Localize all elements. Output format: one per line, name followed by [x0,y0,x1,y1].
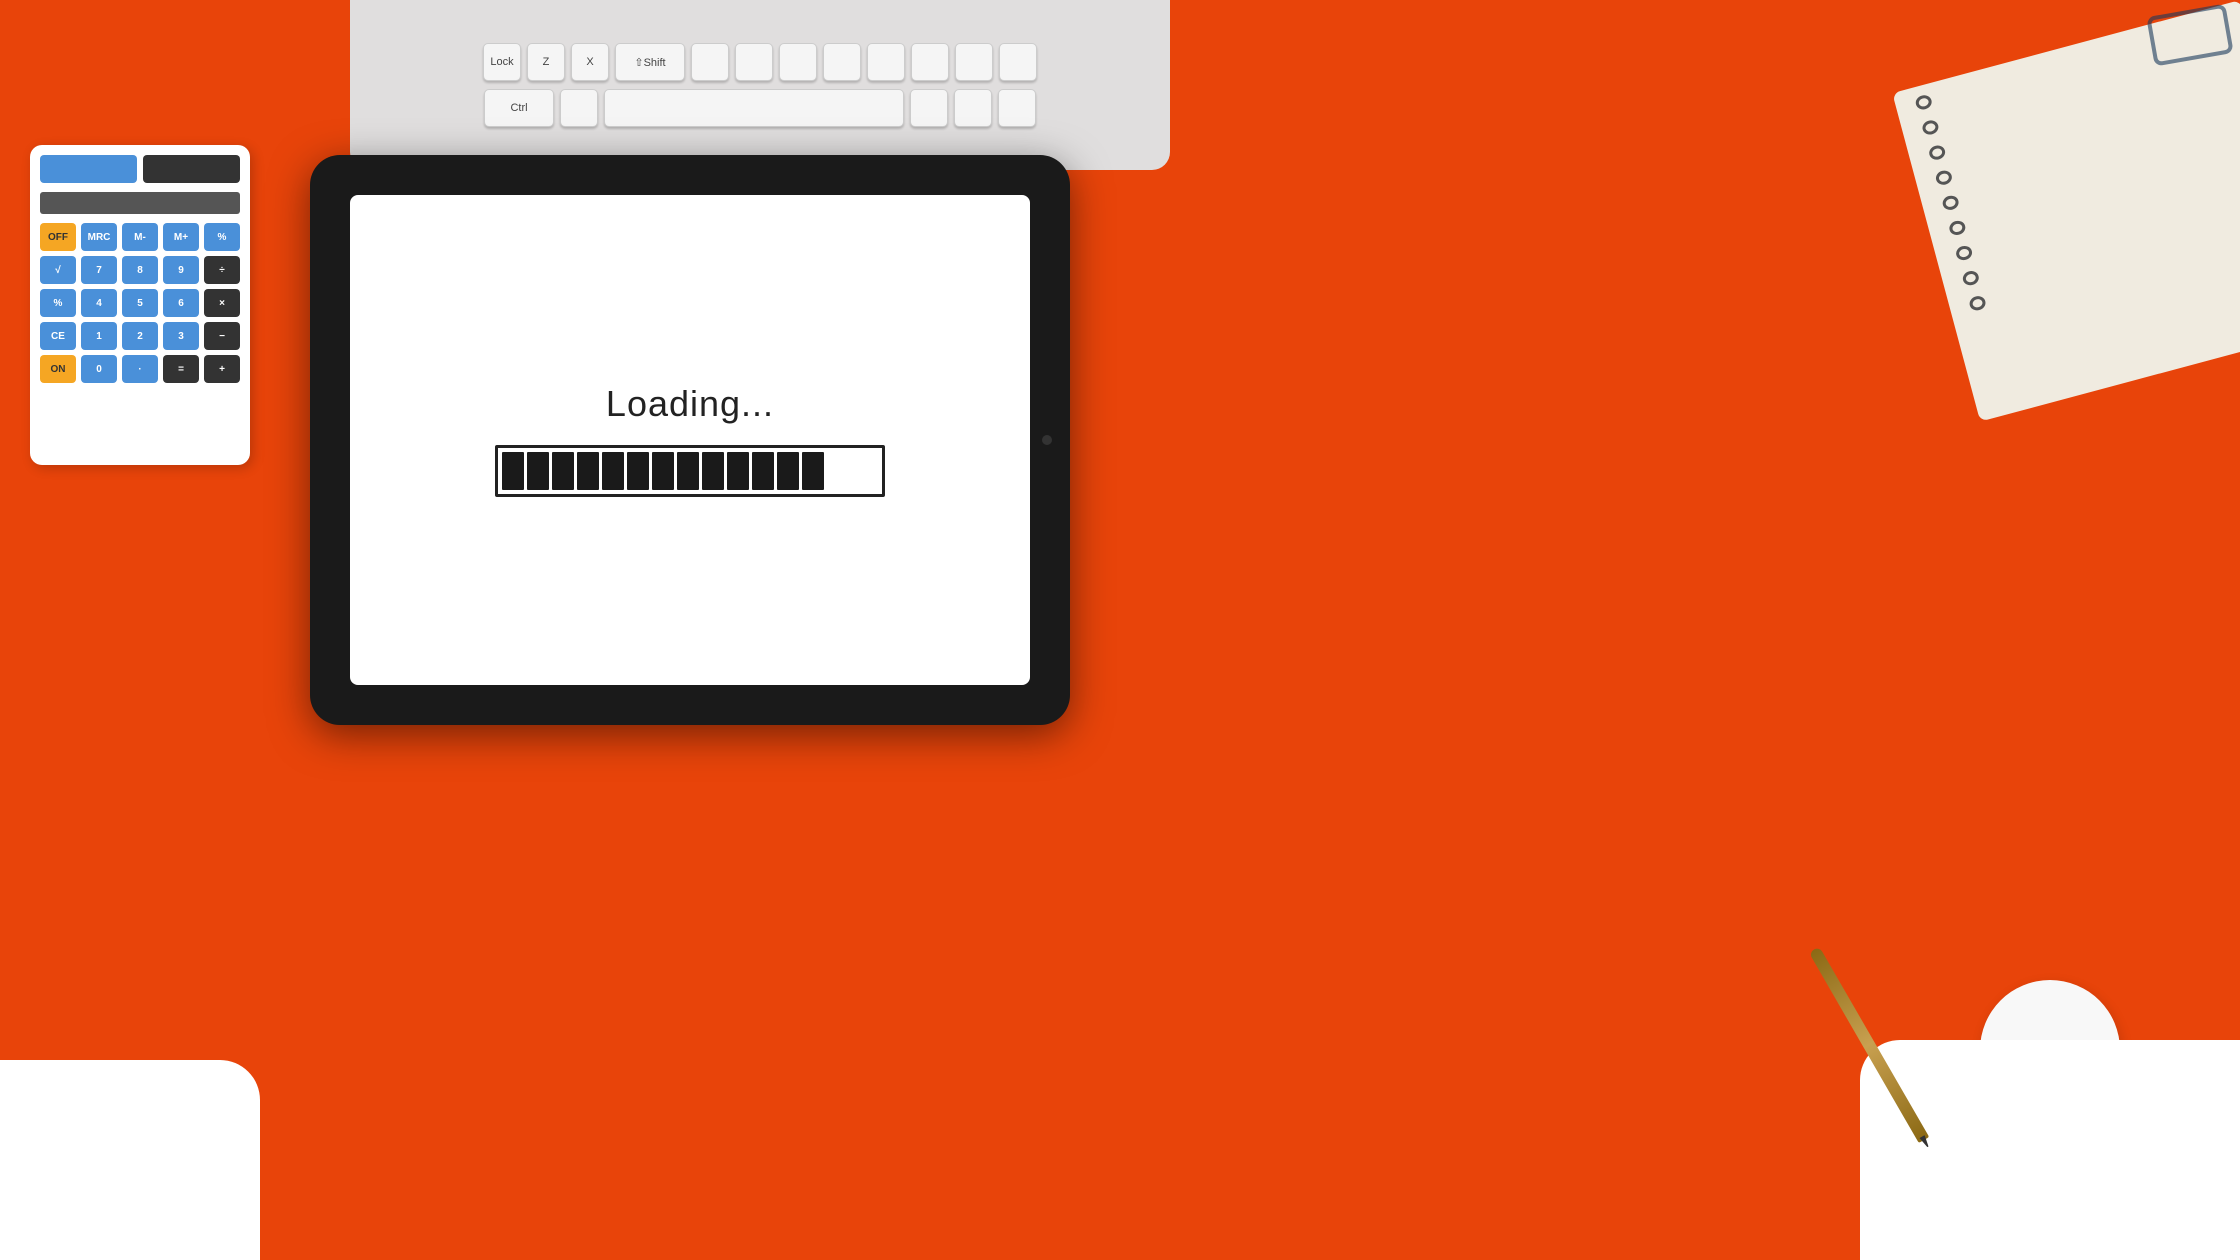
tablet-home-button [1042,435,1052,445]
calc-btn-1: 1 [81,322,117,350]
seg-1 [502,452,524,490]
seg-12 [777,452,799,490]
calc-btn-sqrt: √ [40,256,76,284]
seg-11 [752,452,774,490]
seg-13 [802,452,824,490]
calc-btn-mrc: MRC [81,223,117,251]
calc-btn-3: 3 [163,322,199,350]
key-shift: ⇧Shift [615,43,685,81]
calc-btn-9: 9 [163,256,199,284]
calc-btn-divide: ÷ [204,256,240,284]
calc-btn-ce: CE [40,322,76,350]
key-z: Z [527,43,565,81]
calc-btn-7: 7 [81,256,117,284]
key-blank8 [999,43,1037,81]
seg-3 [552,452,574,490]
calc-btn-percent2: % [40,289,76,317]
sleeve-left [0,1060,260,1260]
key-blank10 [910,89,948,127]
key-blank9 [560,89,598,127]
calc-row-3: % 4 5 6 × [40,289,240,317]
calc-btn-on: ON [40,355,76,383]
key-blank3 [779,43,817,81]
calc-btn-8: 8 [122,256,158,284]
seg-10 [727,452,749,490]
tablet-screen: Loading... [350,195,1030,685]
seg-7 [652,452,674,490]
calc-screen [40,192,240,214]
key-lock: Lock [483,43,521,81]
calc-btn-4: 4 [81,289,117,317]
key-blank7 [955,43,993,81]
calc-row-4: CE 1 2 3 − [40,322,240,350]
calc-btn-multiply: × [204,289,240,317]
key-blank1 [691,43,729,81]
calc-btn-dot: · [122,355,158,383]
key-ctrl: Ctrl [484,89,554,127]
seg-9 [702,452,724,490]
key-blank11 [954,89,992,127]
calc-btn-mminus: M- [122,223,158,251]
calc-btn-mplus: M+ [163,223,199,251]
calc-btn-percent1: % [204,223,240,251]
seg-4 [577,452,599,490]
tablet-device: Loading... [310,155,1070,725]
keyboard: Lock Z X ⇧Shift Ctrl [350,0,1170,170]
sleeve-right [1860,1040,2240,1260]
seg-8 [677,452,699,490]
seg-5 [602,452,624,490]
glasses [2120,0,2240,80]
calc-display [40,155,240,183]
key-x: X [571,43,609,81]
calc-btn-minus: − [204,322,240,350]
seg-2 [527,452,549,490]
key-blank5 [867,43,905,81]
seg-6 [627,452,649,490]
calculator: OFF MRC M- M+ % √ 7 8 9 ÷ % 4 5 6 × CE 1… [30,145,250,465]
key-blank4 [823,43,861,81]
key-blank12 [998,89,1036,127]
calc-btn-5: 5 [122,289,158,317]
key-blank6 [911,43,949,81]
calc-display-blue [40,155,137,183]
progress-bar [495,445,885,497]
key-blank2 [735,43,773,81]
calc-btn-plus: + [204,355,240,383]
calc-btn-off: OFF [40,223,76,251]
loading-text: Loading... [606,383,774,425]
calc-btn-2: 2 [122,322,158,350]
calc-row-1: OFF MRC M- M+ % [40,223,240,251]
calc-btn-0: 0 [81,355,117,383]
calc-btn-equals: = [163,355,199,383]
calc-row-2: √ 7 8 9 ÷ [40,256,240,284]
calc-btn-6: 6 [163,289,199,317]
calc-display-dark [143,155,240,183]
calc-row-5: ON 0 · = + [40,355,240,383]
glasses-frame [2146,3,2233,66]
key-space [604,89,904,127]
